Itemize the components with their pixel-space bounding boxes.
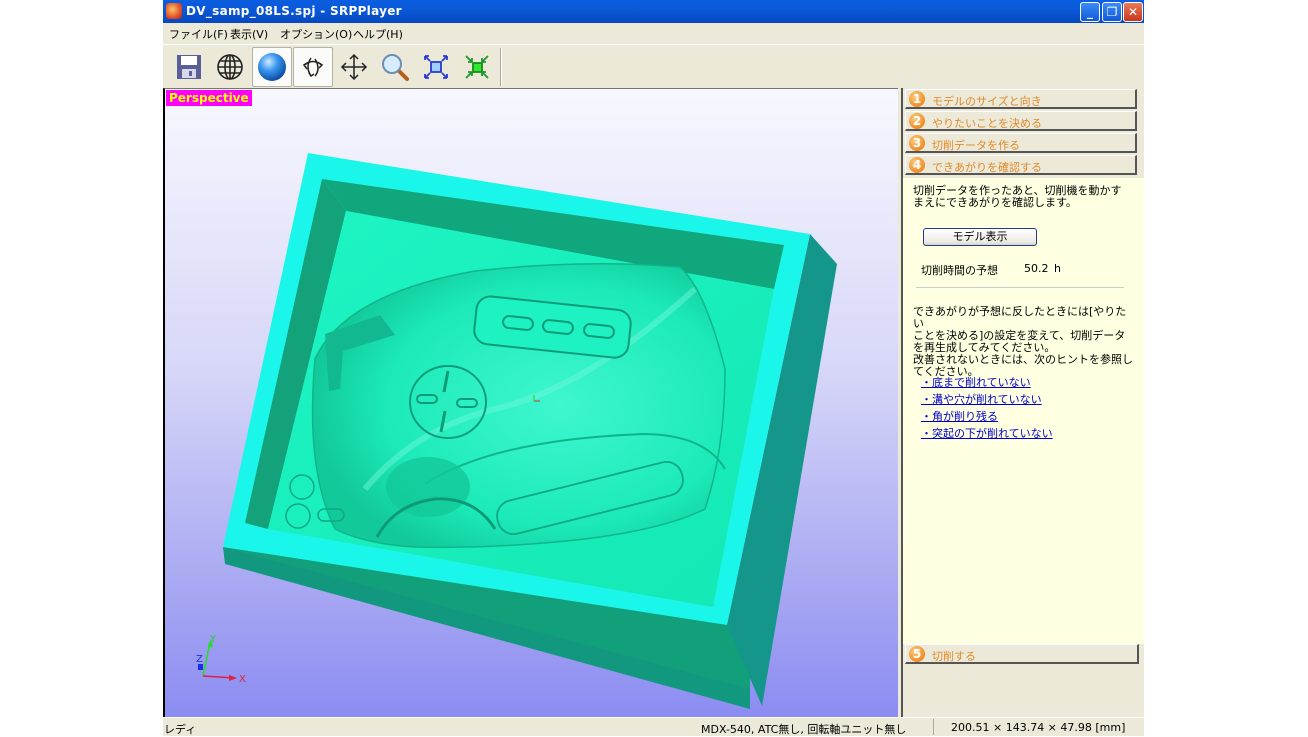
center-view-button[interactable] <box>457 47 497 87</box>
minimize-button[interactable]: _ <box>1080 2 1100 22</box>
shaded-sphere-icon <box>258 53 286 81</box>
toolbar-separator <box>500 48 502 86</box>
menu-file[interactable]: ファイル(F) <box>169 26 228 42</box>
step-number-icon: 3 <box>909 135 925 151</box>
status-machine: MDX-540, ATC無し, 回転軸ユニット無し <box>701 723 907 736</box>
step-5-cut[interactable]: 5 切削する <box>905 644 1139 664</box>
title-bar[interactable]: DV_samp_08LS.spj - SRPPlayer _ ❐ ✕ <box>163 0 1144 23</box>
hint-link-undercut[interactable]: ・突起の下が削れていない <box>921 425 1053 441</box>
app-icon <box>166 3 182 19</box>
step-number-icon: 2 <box>909 113 925 129</box>
3d-viewport[interactable]: Perspective Z Y X <box>163 88 898 717</box>
description-line: まえにできあがりを確認します。 <box>913 196 1077 209</box>
step-label: 切削する <box>932 650 976 663</box>
step-number-icon: 5 <box>909 646 925 662</box>
pan-button[interactable] <box>334 47 374 87</box>
step-number-icon: 1 <box>909 91 925 107</box>
hint-link-bottom-not-cut[interactable]: ・底まで削れていない <box>921 374 1031 390</box>
estimate-unit: h <box>1054 262 1061 275</box>
step-number-icon: 4 <box>909 157 925 173</box>
menu-bar: ファイル(F) 表示(V) オプション(O) ヘルプ(H) <box>163 23 1144 43</box>
toolbar <box>163 44 1144 88</box>
save-button[interactable] <box>169 47 209 87</box>
menu-help[interactable]: ヘルプ(H) <box>353 26 403 42</box>
step-label: できあがりを確認する <box>932 161 1042 174</box>
hint-link-corners-remain[interactable]: ・角が削り残る <box>921 408 998 424</box>
axis-z-label: Z <box>196 654 203 665</box>
axis-x-label: X <box>239 674 246 684</box>
rotate-arrows-icon <box>302 57 324 78</box>
app-window: DV_samp_08LS.spj - SRPPlayer _ ❐ ✕ ファイル(… <box>163 0 1144 736</box>
magnifier-icon <box>382 54 409 81</box>
estimate-value: 50.2 <box>1024 262 1049 275</box>
floppy-disk-icon <box>177 55 201 79</box>
status-ready: レディ <box>164 723 197 736</box>
zoom-button[interactable] <box>375 47 415 87</box>
status-bar: レディ MDX-540, ATC無し, 回転軸ユニット無し 200.51 × 1… <box>163 717 1144 736</box>
divider <box>916 287 1124 289</box>
view-mode-label: Perspective <box>166 90 252 106</box>
wireframe-button[interactable] <box>210 47 250 87</box>
advice-line: できあがりが予想に反したときには[やりたい <box>913 305 1127 330</box>
axis-y-label: Y <box>209 634 217 645</box>
zoom-fit-icon <box>424 55 448 79</box>
show-model-button[interactable]: モデル表示 <box>923 228 1037 246</box>
menu-view[interactable]: 表示(V) <box>230 26 268 42</box>
step-2-decide[interactable]: 2 やりたいことを決める <box>905 111 1137 131</box>
fit-view-button[interactable] <box>416 47 456 87</box>
step-label: やりたいことを決める <box>932 117 1042 130</box>
advice-text: できあがりが予想に反したときには[やりたい ことを決める]の設定を変えて、切削デ… <box>913 306 1133 378</box>
menu-options[interactable]: オプション(O) <box>280 26 352 42</box>
axis-triad: Z Y X <box>196 634 246 684</box>
step-1-model-size[interactable]: 1 モデルのサイズと向き <box>905 89 1137 109</box>
step-label: 切削データを作る <box>932 139 1020 152</box>
hint-link-grooves-not-cut[interactable]: ・溝や穴が削れていない <box>921 391 1042 407</box>
wireframe-globe-icon <box>217 54 243 80</box>
restore-button[interactable]: ❐ <box>1102 2 1122 22</box>
status-separator <box>933 719 934 735</box>
status-dimensions: 200.51 × 143.74 × 47.98 [mm] <box>951 721 1126 734</box>
wizard-panel: 1 モデルのサイズと向き 2 やりたいことを決める 3 切削データを作る 4 で… <box>901 88 1144 717</box>
milled-model <box>223 153 837 709</box>
window-title: DV_samp_08LS.spj - SRPPlayer <box>186 4 402 18</box>
move-arrows-icon <box>340 53 368 81</box>
step-label: モデルのサイズと向き <box>932 95 1042 108</box>
step-3-create-data[interactable]: 3 切削データを作る <box>905 133 1137 153</box>
shaded-button[interactable] <box>252 47 292 87</box>
step-4-preview[interactable]: 4 できあがりを確認する <box>905 155 1137 175</box>
zoom-center-icon <box>465 55 489 79</box>
rotate-button[interactable] <box>293 47 333 87</box>
close-button[interactable]: ✕ <box>1123 2 1143 22</box>
step-description: 切削データを作ったあと、切削機を動かす まえにできあがりを確認します。 <box>913 185 1133 209</box>
estimate-label: 切削時間の予想 <box>921 264 998 277</box>
step-4-content: 切削データを作ったあと、切削機を動かす まえにできあがりを確認します。 モデル表… <box>903 178 1144 644</box>
